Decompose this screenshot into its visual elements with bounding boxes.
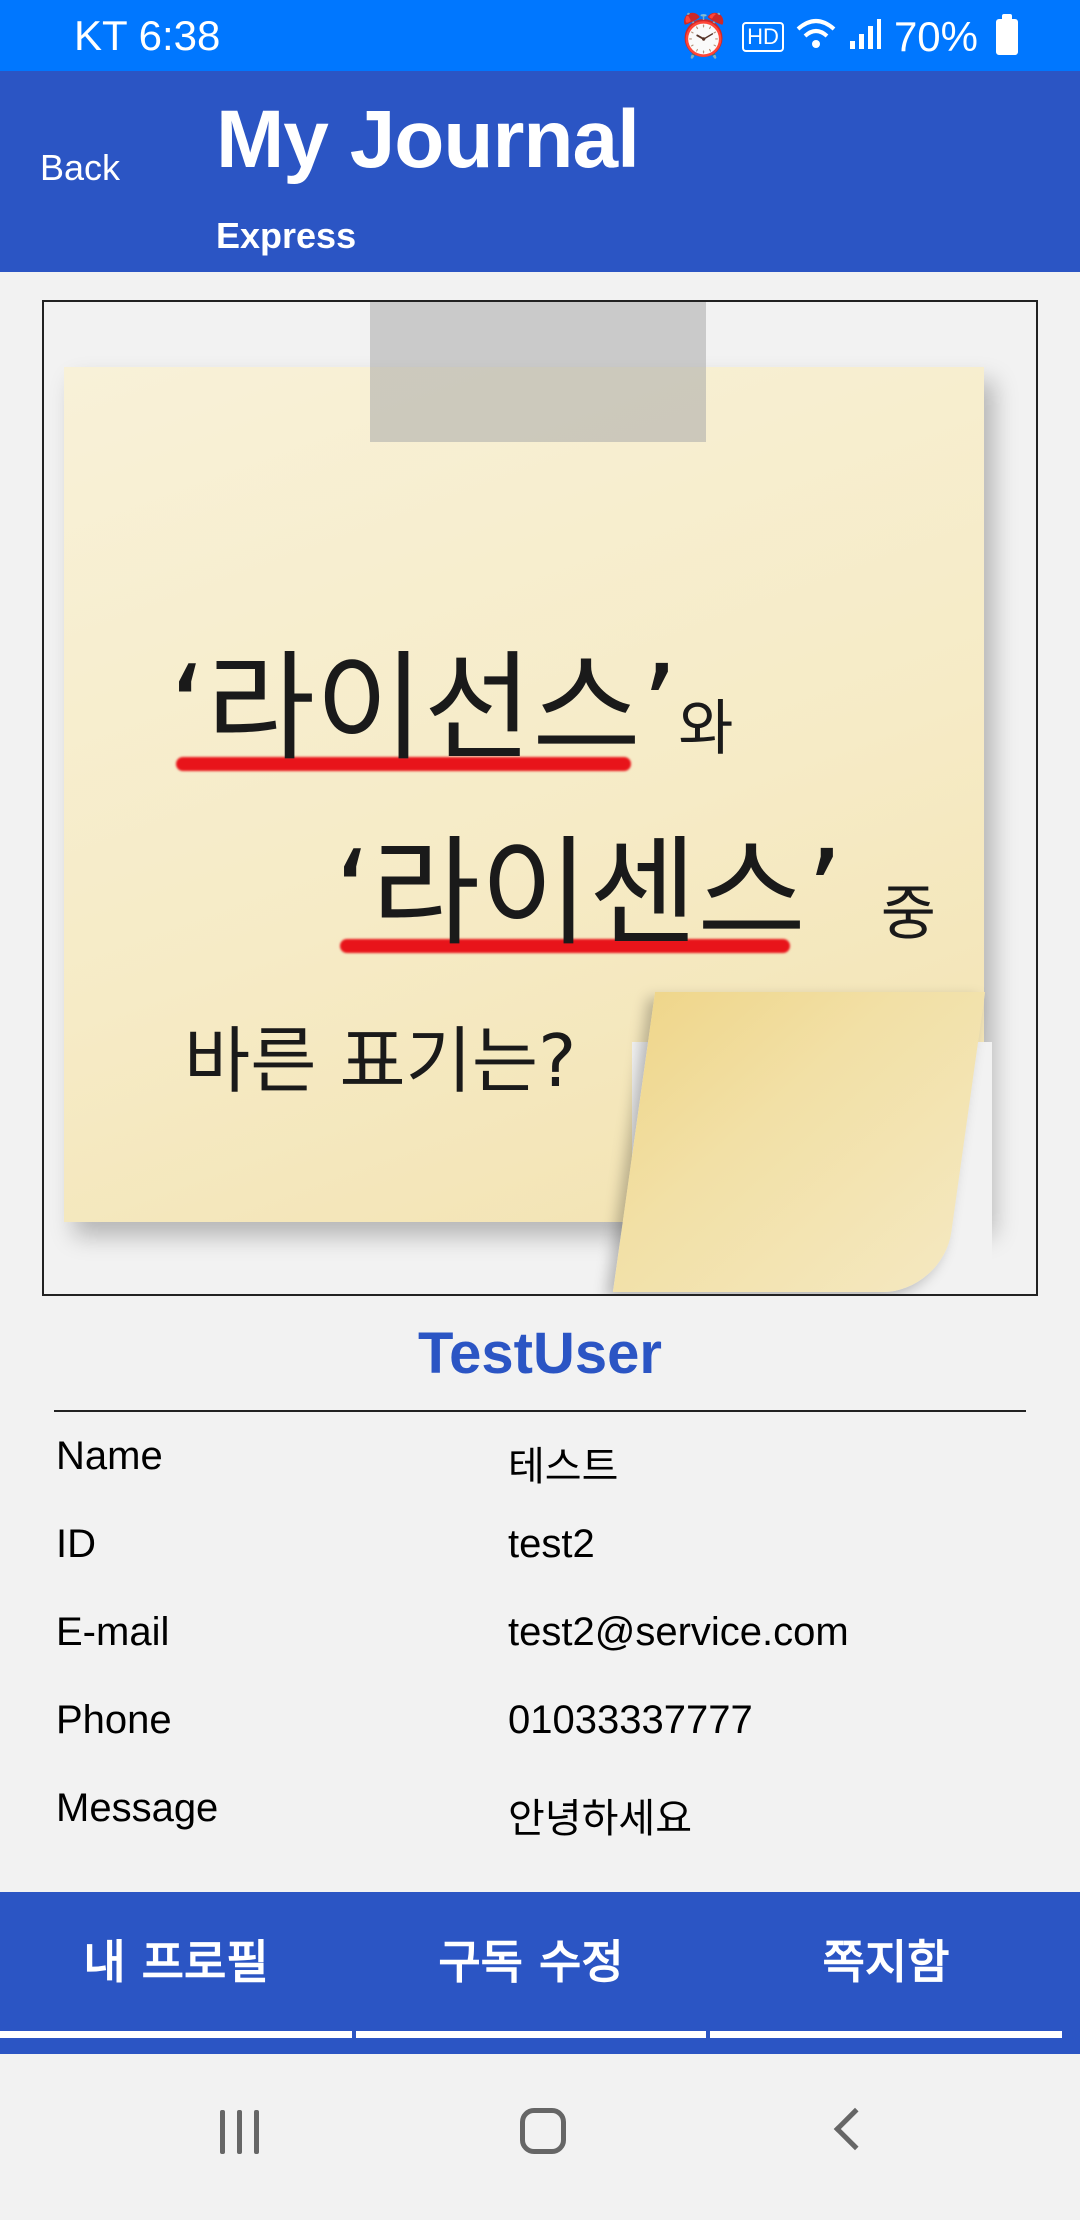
tab-label: 내 프로필 xyxy=(83,1935,269,1989)
tab-indicator xyxy=(356,2031,706,2038)
info-row-name: Name 테스트 xyxy=(56,1434,1036,1504)
info-label: Phone xyxy=(56,1698,172,1742)
back-button[interactable]: Back xyxy=(40,147,120,189)
tab-edit-subscription[interactable]: 구독 수정 xyxy=(356,1892,706,2054)
tab-indicator xyxy=(0,2031,352,2038)
info-row-email: E-mail test2@service.com xyxy=(56,1610,1036,1680)
signal-icon xyxy=(848,13,882,61)
app-header: Back My Journal Express xyxy=(0,71,1080,272)
tab-label: 구독 수정 xyxy=(438,1935,624,1989)
info-label: Message xyxy=(56,1786,219,1830)
status-carrier-time: KT 6:38 xyxy=(74,12,221,59)
username-heading: TestUser xyxy=(418,1321,662,1386)
info-row-id: ID test2 xyxy=(56,1522,1036,1592)
page-title: My Journal xyxy=(216,94,640,185)
tab-label: 쪽지함 xyxy=(822,1935,950,1989)
battery-icon xyxy=(996,13,1018,55)
info-row-message: Message 안녕하세요 xyxy=(56,1786,1036,1856)
note-line-1: ‘라이선스’와 xyxy=(169,612,733,783)
wifi-icon xyxy=(796,13,836,61)
info-label: E-mail xyxy=(56,1610,170,1654)
info-label: ID xyxy=(56,1522,96,1566)
note-curl-fold xyxy=(612,992,986,1292)
tab-messages[interactable]: 쪽지함 xyxy=(710,1892,1062,2054)
info-value: 안녕하세요 xyxy=(508,1797,692,1841)
note-line-2: ‘라이센스’ 중 xyxy=(334,797,936,968)
home-icon[interactable] xyxy=(503,2102,583,2172)
tape-strip xyxy=(370,302,706,442)
note-line-2-suffix: 중 xyxy=(880,879,936,949)
status-icons: ⏰ HD 70% xyxy=(678,12,1018,61)
alarm-icon: ⏰ xyxy=(677,12,731,59)
note-line-1-main: ‘라이선스’ xyxy=(169,639,679,777)
status-bar: KT 6:38 ⏰ HD 70% xyxy=(0,0,1080,71)
info-value: test2 xyxy=(508,1522,595,1566)
page-subtitle: Express xyxy=(216,215,357,256)
system-nav-bar xyxy=(0,2054,1080,2220)
info-row-phone: Phone 01033337777 xyxy=(56,1698,1036,1768)
info-value: 테스트 xyxy=(508,1445,619,1489)
info-value: 01033337777 xyxy=(508,1698,753,1742)
divider xyxy=(54,1410,1026,1412)
note-line-2-main: ‘라이센스’ xyxy=(334,824,844,962)
profile-image: ‘라이선스’와 ‘라이센스’ 중 바른 표기는? xyxy=(42,300,1038,1296)
back-nav-icon[interactable] xyxy=(810,2102,890,2172)
tab-indicator xyxy=(710,2031,1062,2038)
info-value: test2@service.com xyxy=(508,1610,849,1654)
hd-icon: HD xyxy=(742,21,784,52)
battery-percent: 70% xyxy=(893,12,978,60)
note-line-1-suffix: 와 xyxy=(678,694,734,764)
note-line-3: 바른 표기는? xyxy=(184,1019,577,1103)
recents-icon[interactable] xyxy=(200,2102,280,2172)
tab-my-profile[interactable]: 내 프로필 xyxy=(0,1892,352,2054)
info-label: Name xyxy=(56,1434,163,1478)
bottom-tab-bar: 내 프로필 구독 수정 쪽지함 xyxy=(0,1892,1080,2054)
